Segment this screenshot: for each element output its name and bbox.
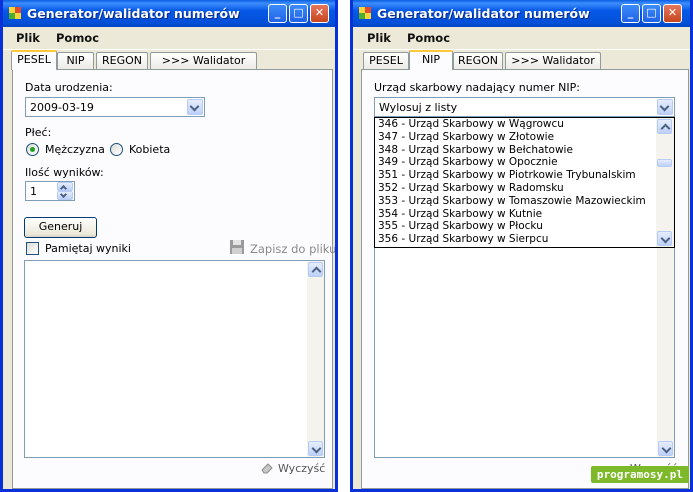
results-textarea[interactable] — [374, 248, 675, 458]
office-select[interactable]: Wylosuj z listy — [374, 97, 675, 117]
right-window: Generator/walidator numerów _ □ ✕ Plik P… — [350, 0, 693, 492]
tab-nip[interactable]: NIP — [409, 50, 453, 70]
list-item[interactable]: 348 - Urząd Skarbowy w Bełchatowie — [375, 144, 656, 157]
save-to-file-link[interactable]: Zapisz do pliku — [250, 242, 335, 256]
birth-date-value: 2009-03-19 — [30, 101, 94, 114]
menu-bar: Plik Pomoc — [353, 27, 690, 50]
chevron-down-icon[interactable] — [187, 99, 203, 115]
app-icon — [359, 7, 371, 19]
radio-female[interactable] — [110, 143, 123, 156]
floppy-disk-icon — [230, 240, 244, 254]
radio-male-label: Mężczyzna — [45, 143, 105, 156]
list-item[interactable]: 356 - Urząd Skarbowy w Sierpcu — [375, 233, 656, 246]
scroll-down-icon[interactable] — [308, 441, 323, 456]
list-item[interactable]: 346 - Urząd Skarbowy w Wągrowcu — [375, 118, 656, 131]
list-item[interactable]: 355 - Urząd Skarbowy w Płocku — [375, 220, 656, 233]
app-icon — [9, 7, 21, 19]
close-button[interactable]: ✕ — [310, 4, 329, 23]
maximize-button[interactable]: □ — [642, 4, 661, 23]
scroll-down-icon[interactable] — [658, 441, 673, 456]
tab-regon[interactable]: REGON — [96, 52, 148, 69]
sex-label: Płeć: — [25, 126, 52, 139]
tab-pesel[interactable]: PESEL — [11, 50, 57, 70]
menu-plik[interactable]: Plik — [16, 31, 40, 45]
birth-date-label: Data urodzenia: — [25, 81, 113, 94]
minimize-button[interactable]: _ — [268, 4, 287, 23]
results-scrollbar[interactable] — [307, 261, 324, 457]
remember-checkbox[interactable] — [26, 242, 39, 255]
left-window: Generator/walidator numerów _ □ ✕ Plik P… — [0, 0, 338, 492]
tab-pesel[interactable]: PESEL — [363, 52, 409, 69]
radio-female-label: Kobieta — [129, 143, 171, 156]
eraser-icon — [261, 463, 273, 474]
menu-pomoc[interactable]: Pomoc — [407, 31, 450, 45]
scroll-up-icon[interactable] — [657, 119, 672, 134]
tab-regon[interactable]: REGON — [453, 52, 503, 69]
nip-panel: Urząd skarbowy nadający numer NIP: Wylos… — [361, 69, 689, 489]
results-scrollbar[interactable] — [657, 248, 674, 457]
list-item[interactable]: 347 - Urząd Skarbowy w Złotowie — [375, 131, 656, 144]
left-title-bar[interactable]: Generator/walidator numerów _ □ ✕ — [3, 0, 335, 27]
pesel-panel: Data urodzenia: 2009-03-19 Płeć: Mężczyz… — [12, 69, 335, 489]
list-scrollbar[interactable] — [656, 118, 674, 247]
scroll-up-icon[interactable] — [308, 262, 323, 277]
menu-bar: Plik Pomoc — [3, 27, 335, 50]
office-label: Urząd skarbowy nadający numer NIP: — [374, 81, 580, 94]
tab-walidator[interactable]: >>> Walidator <<< — [505, 52, 601, 83]
window-title: Generator/walidator numerów — [377, 6, 590, 21]
generate-button[interactable]: Generuj — [24, 217, 97, 238]
menu-pomoc[interactable]: Pomoc — [56, 31, 99, 45]
stepper-down-icon[interactable] — [57, 190, 73, 200]
list-item[interactable]: 351 - Urząd Skarbowy w Piotrkowie Trybun… — [375, 169, 656, 182]
list-item[interactable]: 349 - Urząd Skarbowy w Opocznie — [375, 156, 656, 169]
count-label: Ilość wyników: — [25, 166, 104, 179]
right-title-bar[interactable]: Generator/walidator numerów _ □ ✕ — [353, 0, 690, 27]
tab-strip: PESEL NIP REGON >>> Walidator <<< — [361, 50, 681, 83]
minimize-button[interactable]: _ — [621, 4, 640, 23]
watermark: programosy.pl — [590, 466, 689, 483]
window-title: Generator/walidator numerów — [27, 6, 240, 21]
tab-strip: PESEL NIP REGON >>> Walidator <<< — [11, 50, 331, 83]
chevron-down-icon[interactable] — [657, 99, 673, 115]
list-item[interactable]: 354 - Urząd Skarbowy w Kutnie — [375, 208, 656, 221]
stepper-up-icon[interactable] — [57, 182, 73, 193]
scroll-thumb[interactable] — [657, 159, 672, 167]
count-stepper[interactable]: 1 — [25, 181, 75, 201]
list-item[interactable]: 352 - Urząd Skarbowy w Radomsku — [375, 182, 656, 195]
scroll-down-icon[interactable] — [657, 231, 672, 246]
radio-male[interactable] — [26, 143, 39, 156]
tab-nip[interactable]: NIP — [57, 52, 94, 69]
maximize-button[interactable]: □ — [289, 4, 308, 23]
results-textarea[interactable] — [24, 260, 325, 458]
office-selected-value: Wylosuj z listy — [379, 101, 458, 114]
count-value: 1 — [30, 185, 37, 198]
remember-label: Pamiętaj wyniki — [45, 242, 131, 255]
clear-link[interactable]: Wyczyść — [278, 462, 325, 475]
birth-date-picker[interactable]: 2009-03-19 — [25, 97, 205, 117]
tab-walidator[interactable]: >>> Walidator <<< — [150, 52, 257, 83]
office-dropdown-list[interactable]: 346 - Urząd Skarbowy w Wągrowcu 347 - Ur… — [374, 117, 675, 248]
close-button[interactable]: ✕ — [663, 4, 682, 23]
menu-plik[interactable]: Plik — [367, 31, 391, 45]
list-item[interactable]: 353 - Urząd Skarbowy w Tomaszowie Mazowi… — [375, 195, 656, 208]
